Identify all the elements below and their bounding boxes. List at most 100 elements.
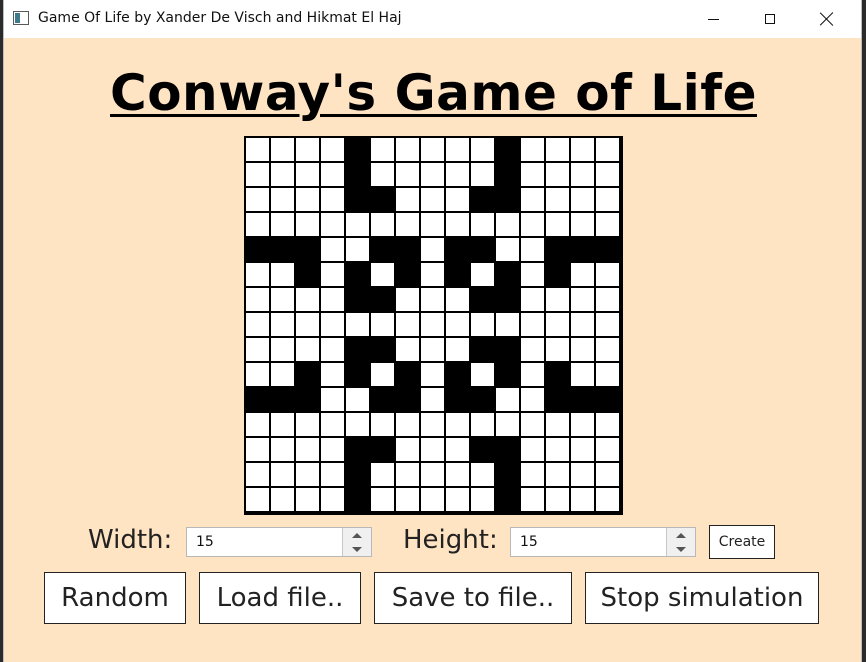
grid-cell[interactable] — [321, 388, 344, 411]
grid-cell[interactable] — [471, 263, 494, 286]
width-increment-button[interactable] — [343, 528, 371, 543]
stop-simulation-button[interactable]: Stop simulation — [585, 572, 819, 624]
grid-cell[interactable] — [571, 413, 594, 436]
grid-cell[interactable] — [396, 263, 419, 286]
grid-cell[interactable] — [321, 238, 344, 261]
grid-cell[interactable] — [446, 488, 469, 511]
create-button[interactable]: Create — [709, 525, 775, 559]
grid-cell[interactable] — [546, 288, 569, 311]
grid-cell[interactable] — [446, 388, 469, 411]
grid-cell[interactable] — [396, 188, 419, 211]
grid-cell[interactable] — [571, 213, 594, 236]
grid-cell[interactable] — [596, 263, 619, 286]
grid-cell[interactable] — [521, 313, 544, 336]
grid-cell[interactable] — [371, 188, 394, 211]
grid-cell[interactable] — [596, 163, 619, 186]
grid-cell[interactable] — [346, 438, 369, 461]
width-value[interactable]: 15 — [196, 534, 214, 550]
grid-cell[interactable] — [521, 163, 544, 186]
grid-cell[interactable] — [246, 163, 269, 186]
grid-cell[interactable] — [296, 263, 319, 286]
grid-cell[interactable] — [471, 188, 494, 211]
grid-cell[interactable] — [296, 338, 319, 361]
grid-cell[interactable] — [396, 238, 419, 261]
grid-cell[interactable] — [446, 463, 469, 486]
grid-cell[interactable] — [471, 288, 494, 311]
grid-cell[interactable] — [496, 238, 519, 261]
grid-cell[interactable] — [371, 163, 394, 186]
grid-cell[interactable] — [271, 238, 294, 261]
grid-cell[interactable] — [271, 138, 294, 161]
grid-cell[interactable] — [296, 463, 319, 486]
grid-cell[interactable] — [271, 313, 294, 336]
grid-cell[interactable] — [496, 338, 519, 361]
grid-cell[interactable] — [446, 438, 469, 461]
grid-cell[interactable] — [471, 213, 494, 236]
grid-cell[interactable] — [546, 238, 569, 261]
grid-cell[interactable] — [421, 213, 444, 236]
grid-cell[interactable] — [296, 188, 319, 211]
grid-cell[interactable] — [421, 388, 444, 411]
grid-cell[interactable] — [571, 163, 594, 186]
grid-cell[interactable] — [346, 488, 369, 511]
grid-cell[interactable] — [396, 313, 419, 336]
save-to-file-button[interactable]: Save to file.. — [374, 572, 572, 624]
grid-cell[interactable] — [521, 288, 544, 311]
load-file-button[interactable]: Load file.. — [199, 572, 361, 624]
grid-cell[interactable] — [521, 263, 544, 286]
grid-cell[interactable] — [246, 263, 269, 286]
grid-cell[interactable] — [596, 413, 619, 436]
grid-cell[interactable] — [371, 363, 394, 386]
grid-cell[interactable] — [471, 313, 494, 336]
grid-cell[interactable] — [246, 313, 269, 336]
width-decrement-button[interactable] — [343, 542, 371, 556]
height-value[interactable]: 15 — [520, 534, 538, 550]
grid-cell[interactable] — [346, 413, 369, 436]
grid-cell[interactable] — [571, 288, 594, 311]
grid-cell[interactable] — [321, 413, 344, 436]
grid-cell[interactable] — [271, 288, 294, 311]
grid-cell[interactable] — [321, 188, 344, 211]
grid-cell[interactable] — [421, 438, 444, 461]
grid-cell[interactable] — [421, 488, 444, 511]
grid-cell[interactable] — [321, 213, 344, 236]
grid-cell[interactable] — [496, 488, 519, 511]
grid-cell[interactable] — [571, 188, 594, 211]
grid-cell[interactable] — [471, 338, 494, 361]
grid-cell[interactable] — [471, 388, 494, 411]
grid-cell[interactable] — [346, 263, 369, 286]
grid-cell[interactable] — [546, 488, 569, 511]
grid-cell[interactable] — [246, 488, 269, 511]
random-button[interactable]: Random — [44, 572, 186, 624]
grid-cell[interactable] — [346, 213, 369, 236]
grid-cell[interactable] — [396, 438, 419, 461]
grid-cell[interactable] — [421, 238, 444, 261]
grid-cell[interactable] — [596, 238, 619, 261]
grid-cell[interactable] — [246, 338, 269, 361]
grid-cell[interactable] — [296, 213, 319, 236]
grid-cell[interactable] — [446, 238, 469, 261]
grid-cell[interactable] — [421, 138, 444, 161]
grid-cell[interactable] — [546, 138, 569, 161]
grid-cell[interactable] — [296, 313, 319, 336]
grid-cell[interactable] — [446, 288, 469, 311]
grid-cell[interactable] — [546, 213, 569, 236]
maximize-button[interactable] — [747, 0, 793, 38]
grid-cell[interactable] — [246, 388, 269, 411]
grid-cell[interactable] — [321, 438, 344, 461]
grid-cell[interactable] — [546, 388, 569, 411]
grid-cell[interactable] — [446, 338, 469, 361]
grid-cell[interactable] — [521, 463, 544, 486]
grid-cell[interactable] — [596, 463, 619, 486]
grid-cell[interactable] — [396, 463, 419, 486]
grid-cell[interactable] — [271, 413, 294, 436]
grid-cell[interactable] — [371, 413, 394, 436]
grid-cell[interactable] — [446, 163, 469, 186]
grid-cell[interactable] — [496, 188, 519, 211]
grid-cell[interactable] — [546, 188, 569, 211]
grid-cell[interactable] — [521, 438, 544, 461]
grid-cell[interactable] — [396, 488, 419, 511]
grid-cell[interactable] — [371, 263, 394, 286]
height-increment-button[interactable] — [667, 528, 695, 543]
grid-cell[interactable] — [271, 163, 294, 186]
